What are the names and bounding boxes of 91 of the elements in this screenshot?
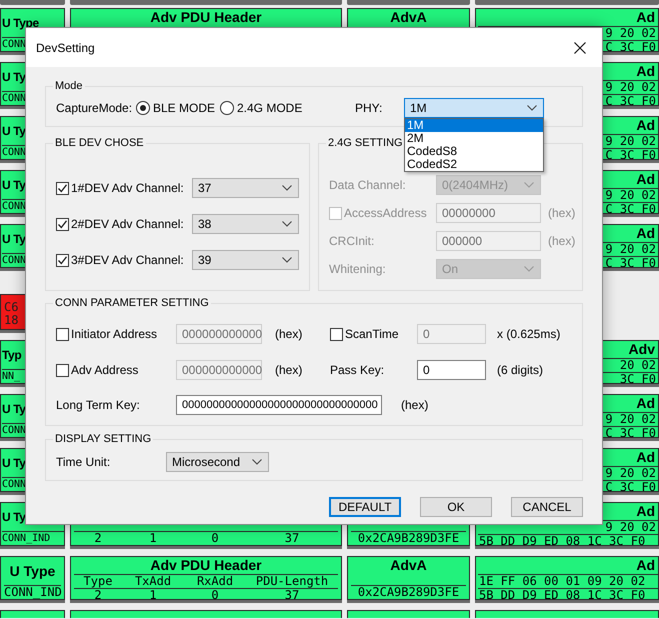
group-title: CONN PARAMETER SETTING	[54, 296, 210, 310]
packet-block	[0, 610, 65, 618]
field-label: Time Unit:	[56, 455, 112, 469]
field-name: PDU-Length	[254, 575, 330, 588]
chevron-down-icon	[524, 266, 534, 272]
radio-button[interactable]	[136, 101, 150, 115]
dropdown-option[interactable]: CodedS2	[405, 158, 543, 171]
chevron-down-icon	[282, 221, 292, 227]
field-label: CRCInit:	[329, 234, 376, 248]
field-name: Type	[82, 575, 114, 588]
checkbox-label[interactable]: 1#DEV Adv Channel:	[71, 181, 184, 195]
field-label: Data Channel:	[329, 178, 407, 192]
cell-value: CONN_IND	[4, 585, 61, 599]
cell-title: Adv	[628, 341, 656, 358]
radio-label[interactable]: BLE MODE	[153, 101, 216, 115]
chevron-down-icon	[282, 185, 292, 191]
cell-title: U Ty	[1, 176, 26, 194]
cell-value: 37	[284, 532, 300, 545]
cell-title: U Type	[10, 562, 56, 580]
field-name: TxAdd	[134, 575, 172, 588]
dropdown-option[interactable]: 1M	[405, 119, 543, 132]
cell-title: Ad	[636, 63, 656, 80]
cell-value: 0	[210, 589, 220, 599]
cell-value: 0	[210, 532, 220, 545]
field-name: RxAdd	[196, 575, 234, 588]
close-icon	[574, 42, 586, 54]
cell-value: 37	[284, 589, 300, 599]
cell-value: 5B DD D9 ED 08 1C 3C F0	[478, 588, 658, 599]
checkbox[interactable]	[56, 182, 69, 194]
dropdown[interactable]: Microsecond	[166, 452, 269, 472]
checkbox-label[interactable]: 3#DEV Adv Channel:	[71, 253, 184, 267]
cell-value: 1	[148, 532, 158, 545]
checkbox[interactable]	[56, 218, 69, 230]
cell-title: Ad	[636, 395, 656, 412]
group-title: Mode	[54, 79, 84, 93]
cell-title: Ad	[636, 503, 656, 520]
cell-title: Ad	[636, 225, 656, 242]
cell-title: Ad	[636, 9, 656, 26]
cell-value: 1E FF 06 00 01 09 20 02	[478, 574, 658, 588]
cell-value: C6	[4, 301, 18, 314]
cell-title: U Type	[1, 14, 39, 32]
dialog-button[interactable]: OK	[420, 497, 492, 517]
cell-value: 2	[93, 589, 103, 599]
chevron-down-icon	[252, 459, 262, 465]
cell-title: U Ty	[1, 68, 26, 86]
cell-value: 5B DD D9 ED 08 1C 3C F0	[478, 534, 658, 545]
field-label: Pass Key:	[330, 363, 386, 377]
cell-title: Ad	[636, 171, 656, 188]
unit-label: x (0.625ms)	[496, 327, 562, 341]
dropdown[interactable]: 1M	[404, 98, 544, 118]
checkbox[interactable]	[56, 254, 69, 266]
chevron-down-icon	[282, 257, 292, 263]
cell-value: 0x2CA9B289D3FE	[351, 531, 466, 545]
cell-title: U Ty	[1, 454, 26, 472]
text-field[interactable]: 0	[417, 360, 486, 380]
packet-block	[0, 0, 65, 5]
dropdown[interactable]: 37	[192, 178, 299, 198]
checkbox-label[interactable]: 2#DEV Adv Channel:	[71, 217, 184, 231]
unit-label: (hex)	[401, 398, 428, 412]
cell-title: U Ty	[1, 230, 26, 248]
unit-label: (hex)	[274, 363, 304, 377]
cell-title: AdvA	[390, 557, 427, 574]
dialog-button[interactable]: CANCEL	[511, 497, 583, 517]
cell-title: Ad	[636, 449, 656, 466]
cell-title: Adv PDU Header	[150, 9, 262, 26]
cell-title: U Ty	[1, 508, 26, 526]
dialog-button[interactable]: DEFAULT	[329, 497, 401, 517]
cell-title: U Ty	[1, 122, 26, 140]
field-label: Long Term Key:	[56, 398, 141, 412]
cell-value: 1	[148, 589, 158, 599]
cell-title: U Ty	[1, 400, 26, 418]
unit-label: (hex)	[274, 327, 304, 341]
text-field[interactable]: 00000000000000000000000000000000	[176, 395, 382, 415]
chevron-down-icon	[527, 105, 537, 111]
radio-label[interactable]: 2.4G MODE	[237, 101, 302, 115]
cell-title: Ad	[636, 557, 656, 574]
cell-title: Typ	[1, 346, 22, 364]
cell-value: CONN_IND	[2, 531, 64, 545]
radio-button[interactable]	[220, 101, 234, 115]
cell-title: Adv PDU Header	[150, 557, 262, 574]
dropdown[interactable]: 38	[192, 214, 299, 234]
cell-title: AdvA	[390, 9, 427, 26]
field-label: PHY:	[355, 101, 384, 115]
chevron-down-icon	[524, 182, 534, 188]
dropdown[interactable]: 39	[192, 250, 299, 270]
group-title: 2.4G SETTING	[327, 136, 404, 150]
cell-title: Ad	[636, 117, 656, 134]
field-label: Whitening:	[329, 262, 387, 276]
cell-value: 0x2CA9B289D3FE	[351, 585, 466, 599]
cell-value: 18	[4, 314, 18, 327]
cell-value: 2	[93, 532, 103, 545]
